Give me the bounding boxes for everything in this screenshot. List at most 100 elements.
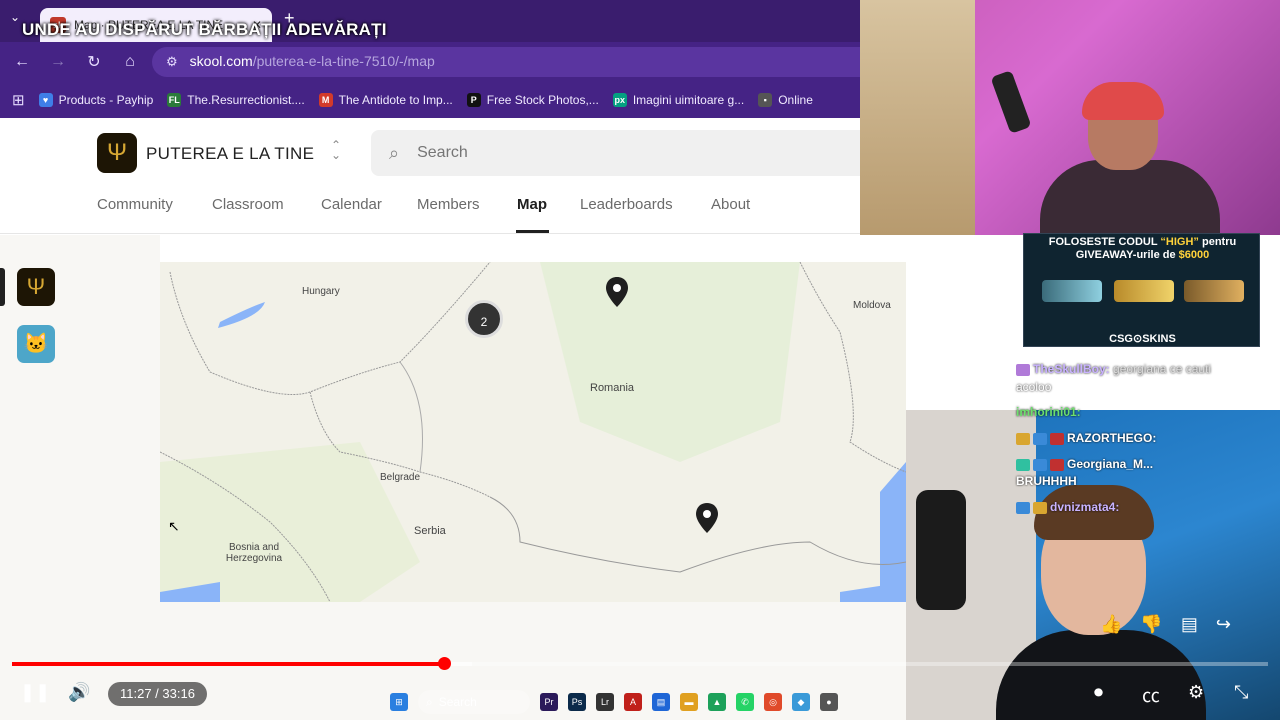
bookmark-favicon-icon: M — [318, 93, 333, 107]
chat-badge-icon — [1016, 458, 1030, 471]
search-bar[interactable]: ⌕ — [371, 130, 860, 176]
autoplay-toggle-icon[interactable]: ⏺ — [1094, 682, 1103, 703]
tab-leaderboards[interactable]: Leaderboards — [580, 196, 673, 213]
chat-message: imhorini01: — [1016, 405, 1081, 419]
apps-grid-icon[interactable]: ⊞ — [12, 91, 25, 109]
search-icon: ⌕ — [389, 142, 400, 163]
chat-badge-icon — [1016, 363, 1030, 376]
bookmark-item[interactable]: ♥ Products - Payhip — [38, 93, 153, 107]
streamer-body — [1040, 160, 1220, 235]
sponsor-brand: CSG⊙SKINS — [1109, 333, 1176, 345]
tab-members[interactable]: Members — [417, 196, 480, 213]
stream-chat: TheSkullBoy: georgiana ce cauti acoloo i… — [1012, 360, 1280, 520]
search-input[interactable] — [417, 144, 718, 162]
streamer-cap — [1082, 82, 1164, 120]
volume-icon[interactable]: 🔊 — [68, 682, 90, 703]
chat-message: Georgiana_M... — [1016, 457, 1153, 471]
group-shortcut-cat[interactable]: 🐱 — [17, 325, 55, 363]
pause-icon[interactable]: ❚❚ — [20, 682, 50, 703]
bookmark-item[interactable]: px Imagini uimitoare g... — [612, 93, 744, 107]
chat-badge-icon — [1050, 458, 1064, 471]
back-icon[interactable]: ← — [4, 53, 40, 71]
tab-classroom[interactable]: Classroom — [212, 196, 284, 213]
map-cluster-marker[interactable]: 2 — [465, 300, 503, 338]
chat-badge-icon — [1016, 501, 1030, 514]
video-actions: 👍 👎 ▤ ↪ — [1100, 614, 1231, 635]
chrome-icon[interactable]: ◎ — [764, 693, 782, 711]
bookmark-item[interactable]: P Free Stock Photos,... — [466, 93, 599, 107]
drive-icon[interactable]: ▲ — [708, 693, 726, 711]
video-frame: ⌄ sk Map · PUTEREA E LA TINE ✕ + UNDE AU… — [0, 0, 1280, 720]
whatsapp-icon[interactable]: ✆ — [736, 693, 754, 711]
chat-message: TheSkullBoy: georgiana ce cauti — [1016, 362, 1211, 376]
bookmarks-bar: ⊞ ♥ Products - Payhip FL The.Resurrectioni… — [0, 82, 860, 118]
chat-message: acoloo — [1016, 380, 1052, 394]
search-icon: ⌕ — [426, 694, 433, 709]
map-label-moldova: Moldova — [853, 300, 891, 311]
bookmark-favicon-icon: P — [466, 93, 481, 107]
map-pin-icon[interactable] — [606, 277, 628, 307]
played-bar — [12, 662, 445, 666]
map-label-hungary: Hungary — [302, 286, 340, 297]
lightroom-icon[interactable]: Lr — [596, 693, 614, 711]
premiere-icon[interactable]: Pr — [540, 693, 558, 711]
taskbar-search[interactable]: ⌕ Search — [418, 690, 530, 714]
reload-icon[interactable]: ↻ — [76, 52, 112, 72]
skin-rifle-icon — [1042, 280, 1102, 302]
switch-group-icon[interactable]: ⌃ ⌄ — [331, 139, 341, 161]
forward-icon[interactable]: → — [40, 53, 76, 71]
chat-message: RAZORTHEGO: — [1016, 431, 1156, 445]
url-path: /puterea-e-la-tine-7510/-/map — [252, 53, 435, 69]
tab-about[interactable]: About — [711, 196, 750, 213]
skin-rifle-icon — [1114, 280, 1174, 302]
map-label-romania: Romania — [590, 382, 635, 394]
map-label-bosnia: Bosnia and Herzegovina — [225, 542, 283, 564]
group-name[interactable]: PUTEREA E LA TINE — [146, 144, 314, 164]
map-label-serbia: Serbia — [414, 525, 446, 537]
tab-search-icon[interactable]: ⌄ — [10, 10, 20, 24]
skool-header: Ψ PUTEREA E LA TINE ⌃ ⌄ ⌕ — [0, 118, 860, 188]
chat-message: BRUHHHH — [1016, 474, 1077, 488]
map-label-belgrade: Belgrade — [380, 472, 421, 483]
group-shortcut-puterea[interactable]: Ψ — [17, 268, 55, 306]
members-map[interactable]: Hungary Moldova Romania Belgrade Serbia … — [160, 262, 906, 602]
obs-icon[interactable]: ● — [820, 693, 838, 711]
like-icon[interactable]: 👍 — [1100, 614, 1122, 635]
video-title: UNDE AU DISPĂRUT BĂRBAȚII ADEVĂRAȚI — [22, 20, 387, 39]
tab-map[interactable]: Map — [517, 196, 547, 213]
chat-badge-icon — [1033, 432, 1047, 445]
photoshop-icon[interactable]: Ps — [568, 693, 586, 711]
skin-rifle-icon — [1184, 280, 1244, 302]
bookmark-item[interactable]: FL The.Resurrectionist.... — [167, 93, 305, 107]
promo-line-2: GIVEAWAY-urile de $6000 — [1075, 249, 1210, 261]
group-logo[interactable]: Ψ — [97, 133, 137, 173]
exit-fullscreen-icon[interactable]: ⤡ — [1234, 682, 1248, 703]
acrobat-icon[interactable]: A — [624, 693, 642, 711]
share-icon[interactable]: ↪ — [1216, 614, 1231, 635]
mouse-cursor-icon: ↖ — [168, 518, 180, 534]
folder-icon[interactable]: ▬ — [680, 693, 698, 711]
bookmark-item[interactable]: M The Antidote to Imp... — [318, 93, 453, 107]
comment-icon[interactable]: ▤ — [1181, 614, 1198, 635]
chat-badge-icon — [1016, 432, 1030, 445]
home-icon[interactable]: ⌂ — [112, 53, 148, 71]
windows-start-icon[interactable]: ⊞ — [390, 693, 408, 711]
time-display: 11:27 / 33:16 — [108, 682, 207, 706]
app-icon[interactable]: ◆ — [792, 693, 810, 711]
url-host: skool.com — [189, 53, 253, 69]
notes-icon[interactable]: ▤ — [652, 693, 670, 711]
bookmark-item[interactable]: ▪ Online — [758, 93, 813, 107]
video-progress-bar[interactable] — [12, 657, 1268, 670]
tab-community[interactable]: Community — [97, 196, 173, 213]
scrubber-handle[interactable] — [438, 657, 452, 670]
captions-icon[interactable]: ㏄ — [1142, 682, 1160, 708]
map-pin-icon[interactable] — [696, 503, 718, 533]
chat-message: dvnizmata4: — [1016, 500, 1119, 514]
promo-line-1: FOLOSESTE CODUL “HIGH” pentru — [1048, 236, 1237, 248]
settings-icon[interactable]: ⚙ — [1188, 682, 1204, 703]
active-group-indicator — [0, 268, 5, 306]
site-info-icon[interactable]: ⚙ — [166, 54, 178, 70]
tab-calendar[interactable]: Calendar — [321, 196, 382, 213]
address-bar[interactable]: ⚙ skool.com/puterea-e-la-tine-7510/-/map — [152, 47, 860, 77]
dislike-icon[interactable]: 👎 — [1140, 614, 1162, 635]
